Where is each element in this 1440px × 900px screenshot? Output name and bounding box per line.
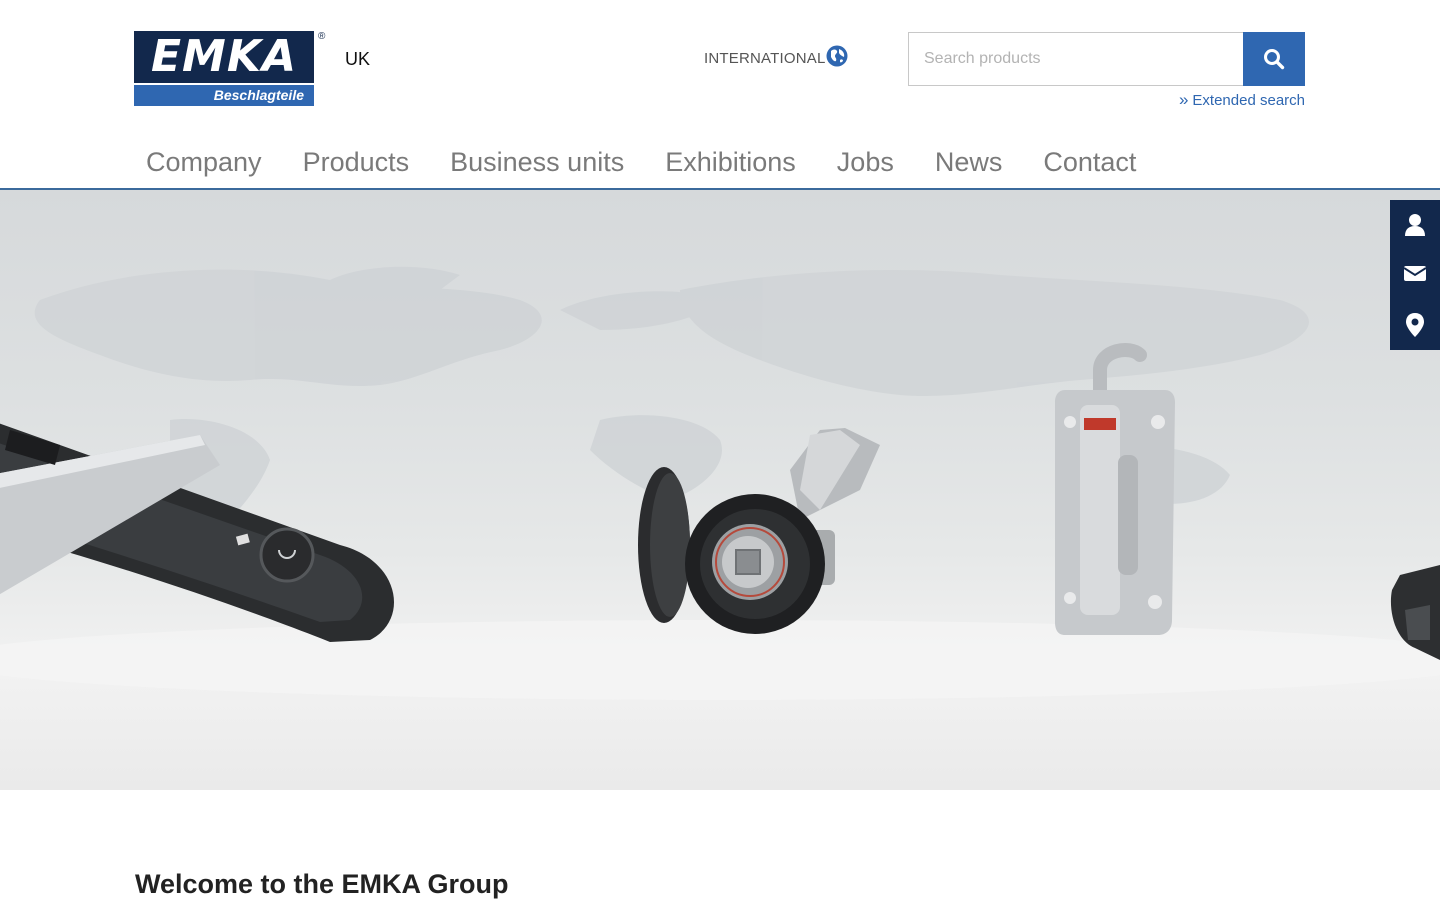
emka-logo[interactable]: EMKA Beschlagteile	[134, 31, 314, 106]
nav-item-contact[interactable]: Contact	[1043, 147, 1136, 178]
search-icon	[1264, 49, 1285, 70]
nav-item-business-units[interactable]: Business units	[450, 147, 624, 178]
user-link[interactable]	[1390, 200, 1440, 250]
side-quick-links	[1390, 200, 1440, 350]
logo-wordmark: EMKA	[151, 31, 297, 82]
nav-item-company[interactable]: Company	[146, 147, 262, 178]
double-chevron-icon: »	[1178, 90, 1189, 109]
country-label: UK	[345, 49, 371, 69]
map-marker-icon	[1406, 313, 1424, 337]
logo-bottom-panel: Beschlagteile	[134, 85, 314, 106]
user-icon	[1405, 214, 1425, 236]
hero-banner[interactable]	[0, 190, 1440, 790]
nav-item-news[interactable]: News	[935, 147, 1003, 178]
nav-item-products[interactable]: Products	[303, 147, 410, 178]
search-input[interactable]	[909, 33, 1244, 85]
hinge-image	[1055, 343, 1175, 635]
logo-top-panel: EMKA	[134, 31, 314, 83]
nav-item-jobs[interactable]: Jobs	[837, 147, 894, 178]
envelope-icon	[1404, 266, 1426, 281]
main-navigation: Company Products Business units Exhibiti…	[0, 138, 1440, 190]
location-link[interactable]	[1390, 300, 1440, 350]
search-button[interactable]	[1243, 32, 1305, 86]
welcome-heading: Welcome to the EMKA Group	[135, 869, 509, 899]
logo-subtitle: Beschlagteile	[213, 87, 304, 103]
extended-search-label: Extended search	[1192, 92, 1305, 109]
swing-handle-image	[0, 423, 394, 642]
nav-item-exhibitions[interactable]: Exhibitions	[665, 147, 796, 178]
globe-icon[interactable]	[826, 45, 848, 67]
search-box	[908, 32, 1245, 86]
extended-search-link[interactable]: » Extended search	[1179, 90, 1305, 110]
email-link[interactable]	[1390, 250, 1440, 300]
registered-mark: ®	[318, 31, 326, 42]
hero-product-image	[0, 266, 1440, 700]
international-link[interactable]: INTERNATIONAL	[704, 50, 826, 67]
